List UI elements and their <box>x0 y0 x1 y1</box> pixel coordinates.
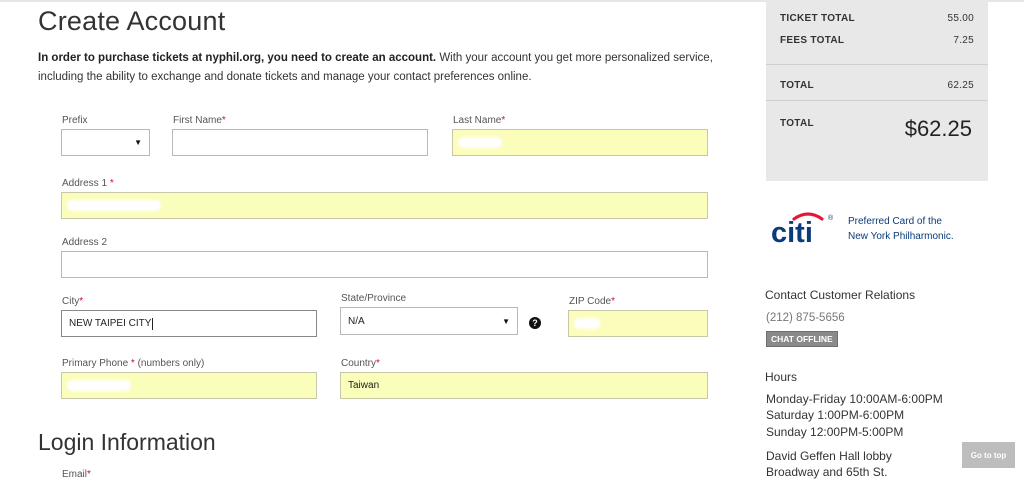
location-line2: Broadway and 65th St. <box>766 465 888 479</box>
address1-label: Address 1 * <box>62 178 114 189</box>
redacted-value <box>69 382 129 389</box>
hours-heading: Hours <box>765 370 798 384</box>
address1-input[interactable] <box>61 192 708 219</box>
fees-total-row: FEES TOTAL 7.25 <box>780 35 974 46</box>
chat-offline-button[interactable]: CHAT OFFLINE <box>766 331 838 347</box>
email-label: Email* <box>62 469 91 480</box>
login-section-title: Login Information <box>38 429 216 455</box>
first-name-label-text: First Name <box>173 115 222 126</box>
address1-label-text: Address 1 <box>62 178 110 189</box>
citi-logo: citi ® <box>771 212 834 247</box>
grand-total-label: TOTAL <box>780 118 814 129</box>
last-name-input[interactable] <box>452 129 708 156</box>
country-input[interactable]: Taiwan <box>340 372 708 399</box>
city-input[interactable]: NEW TAIPEI CITY <box>61 310 317 337</box>
required-marker: * <box>79 296 84 307</box>
prefix-label: Prefix <box>62 115 88 126</box>
grand-total-value: $62.25 <box>904 116 972 141</box>
phone-label-text: Primary Phone <box>62 358 131 369</box>
caret-down-icon: ▼ <box>502 316 510 326</box>
redacted-value <box>460 139 500 146</box>
contact-phone[interactable]: (212) 875-5656 <box>766 312 845 324</box>
intro-bold: In order to purchase tickets at nyphil.o… <box>38 52 437 64</box>
country-label: Country* <box>341 358 380 369</box>
intro-text: In order to purchase tickets at nyphil.o… <box>38 49 718 87</box>
go-to-top-button[interactable]: Go to top <box>962 442 1015 468</box>
total-label: TOTAL <box>780 80 814 91</box>
zip-input[interactable] <box>568 310 708 337</box>
hours-sunday: Sunday 12:00PM-5:00PM <box>766 425 904 439</box>
state-select[interactable]: N/A ▼ <box>340 307 518 335</box>
caret-down-icon: ▼ <box>134 138 142 147</box>
fees-total-label: FEES TOTAL <box>780 35 845 46</box>
required-marker: * <box>376 358 380 369</box>
citi-logo-text: citi <box>771 217 813 247</box>
first-name-input[interactable] <box>172 129 428 156</box>
svg-text:®: ® <box>828 214 834 222</box>
city-value: NEW TAIPEI CITY <box>69 318 152 329</box>
prefix-select[interactable]: ▼ <box>61 129 150 156</box>
sponsor-line1: Preferred Card of the <box>848 216 942 227</box>
last-name-label: Last Name* <box>453 115 505 126</box>
ticket-total-label: TICKET TOTAL <box>780 13 855 24</box>
summary-divider <box>766 64 988 65</box>
summary-divider <box>766 100 988 101</box>
required-marker: * <box>87 469 91 480</box>
zip-label: ZIP Code* <box>569 296 615 307</box>
required-marker: * <box>109 178 114 189</box>
hours-weekday: Monday-Friday 10:00AM-6:00PM <box>766 392 943 406</box>
city-label-text: City <box>62 296 80 307</box>
required-marker: * <box>221 115 226 126</box>
phone-input[interactable] <box>61 372 317 399</box>
zip-label-text: ZIP Code <box>569 296 612 307</box>
hours-saturday: Saturday 1:00PM-6:00PM <box>766 408 905 422</box>
state-value: N/A <box>348 315 365 327</box>
redacted-value <box>180 139 240 146</box>
email-label-text: Email <box>62 469 88 480</box>
phone-hint: (numbers only) <box>134 358 205 369</box>
ticket-total-row: TICKET TOTAL 55.00 <box>780 13 974 24</box>
order-summary: TICKET TOTAL 55.00 FEES TOTAL 7.25 TOTAL… <box>766 0 988 181</box>
sponsor-line2: New York Philharmonic. <box>848 231 954 242</box>
address2-input[interactable] <box>61 251 708 278</box>
required-marker: * <box>611 296 615 307</box>
total-value: 62.25 <box>947 80 974 91</box>
state-label: State/Province <box>341 293 407 304</box>
country-label-text: Country <box>341 358 377 369</box>
redacted-value <box>576 320 598 327</box>
ticket-total-value: 55.00 <box>947 13 974 24</box>
page-title: Create Account <box>38 6 226 36</box>
fees-total-value: 7.25 <box>953 35 974 46</box>
city-label: City* <box>62 296 83 307</box>
required-marker: * <box>501 115 506 126</box>
country-value: Taiwan <box>348 380 380 391</box>
total-row: TOTAL 62.25 <box>780 80 974 91</box>
address2-label: Address 2 <box>62 237 108 248</box>
sponsor-text: Preferred Card of the New York Philharmo… <box>848 214 988 244</box>
redacted-value <box>69 202 159 209</box>
text-cursor <box>152 317 154 330</box>
help-icon[interactable]: ? <box>529 317 541 329</box>
contact-heading: Contact Customer Relations <box>765 288 916 302</box>
last-name-label-text: Last Name <box>453 115 502 126</box>
first-name-label: First Name* <box>173 115 226 126</box>
location-line1: David Geffen Hall lobby <box>766 449 892 463</box>
phone-label: Primary Phone * (numbers only) <box>62 358 204 369</box>
